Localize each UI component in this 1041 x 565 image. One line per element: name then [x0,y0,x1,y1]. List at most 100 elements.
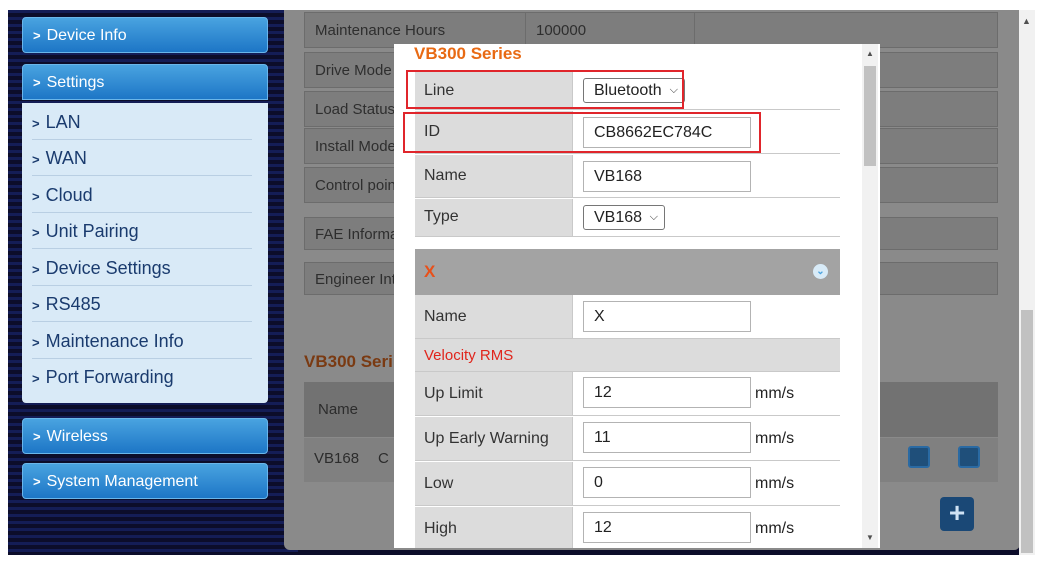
axis-x-header[interactable]: X ⌄ [415,249,840,295]
sidebar-item-wan[interactable]: > WAN [32,140,252,176]
unit-label: mm/s [755,385,795,402]
field-value-cell: X [572,295,840,338]
scroll-up-icon[interactable]: ▲ [1022,16,1031,26]
chevron-down-icon: ⌵ [649,211,658,223]
chevron-right-icon: > [32,335,40,350]
field-row-up-early-warning: Up Early Warning 11 mm/s [415,417,840,461]
field-value-cell: 12 mm/s [572,372,840,415]
field-label: Up Limit [424,385,483,402]
highlight-line-box [406,70,684,109]
chevron-right-icon: > [32,116,40,131]
chevron-down-icon[interactable]: ⌄ [813,264,828,279]
field-value-cell: VB168 ⌵ [572,199,840,236]
chevron-right-icon: > [32,262,40,277]
sensor-dialog: VB300 Series Line Bluetooth ⌵ ID CB8662E… [394,44,880,548]
sidebar-item-lan[interactable]: > LAN [32,104,252,140]
chevron-right-icon: > [33,75,41,90]
sidebar-item-settings[interactable]: > Settings [22,64,268,100]
field-label: Up Early Warning [424,430,549,447]
add-button[interactable]: + [940,497,974,531]
sidebar-item-device-settings[interactable]: > Device Settings [32,250,252,286]
chevron-right-icon: > [32,152,40,167]
sidebar-item-port-forwarding[interactable]: > Port Forwarding [32,359,252,395]
axis-label: X [424,262,436,281]
sidebar-item-wireless[interactable]: > Wireless [22,418,268,454]
info-row-maintenance-hours: Maintenance Hours 100000 [304,12,998,48]
field-value-cell: 12 mm/s [572,507,840,548]
row-value: 100000 [525,13,695,47]
highlight-id-box [403,112,761,153]
row-label: Drive Mode [315,62,392,79]
chevron-right-icon: > [33,429,41,444]
type-select[interactable]: VB168 ⌵ [583,205,665,230]
axis-name-input[interactable]: X [583,301,751,332]
field-row-high: High 12 mm/s [415,507,840,548]
scrollbar-thumb[interactable] [1021,310,1033,553]
dialog-scrollbar[interactable]: ▲ ▼ [862,44,878,548]
sidebar-item-label: Maintenance Info [45,331,184,351]
page-scrollbar[interactable]: ▲ [1019,10,1035,555]
high-input[interactable]: 12 [583,512,751,543]
sidebar-item-unit-pairing[interactable]: > Unit Pairing [32,213,252,249]
cell-id: C [378,450,389,467]
field-value-cell: 11 mm/s [572,417,840,460]
sidebar-item-rs485[interactable]: > RS485 [32,286,252,322]
column-header-name: Name [318,401,359,418]
name-input[interactable]: VB168 [583,161,751,192]
field-row-type: Type VB168 ⌵ [415,199,840,237]
chevron-right-icon: > [32,298,40,313]
sidebar-label: Settings [46,74,105,91]
field-row-name: Name VB168 [415,155,840,198]
field-label: Name [424,308,467,325]
sidebar-item-cloud[interactable]: > Cloud [32,177,252,213]
sidebar-item-device-info[interactable]: > Device Info [22,17,268,53]
select-value: VB168 [594,209,643,226]
low-input[interactable]: 0 [583,467,751,498]
sidebar-item-label: WAN [45,148,87,168]
sidebar-item-system-management[interactable]: > System Management [22,463,268,499]
row-label: FAE Informa [315,226,399,243]
row-label: Control poin [315,177,396,194]
field-row-low: Low 0 mm/s [415,462,840,506]
sidebar-item-label: Unit Pairing [45,221,139,241]
sidebar-item-maintenance-info[interactable]: > Maintenance Info [32,323,252,359]
delete-icon[interactable] [958,446,980,468]
chevron-right-icon: > [33,474,41,489]
scroll-up-icon[interactable]: ▲ [866,49,874,58]
chevron-right-icon: > [32,225,40,240]
row-label: Install Mode [315,138,396,155]
row-label: Load Status [315,101,396,118]
dialog-title: VB300 Series [414,44,522,63]
unit-label: mm/s [755,475,795,492]
chevron-right-icon: > [33,28,41,43]
sidebar-item-label: LAN [45,112,81,132]
chevron-right-icon: > [32,371,40,386]
row-label: Engineer Int [315,271,396,288]
sidebar-item-label: Port Forwarding [45,367,174,387]
unit-label: mm/s [755,520,795,537]
chevron-right-icon: > [32,189,40,204]
sidebar-label: System Management [46,473,198,490]
scroll-down-icon[interactable]: ▼ [866,533,874,542]
sidebar-label: Device Info [46,27,127,44]
up-limit-input[interactable]: 12 [583,377,751,408]
scrollbar-thumb[interactable] [864,66,876,166]
sidebar-item-label: Device Settings [45,258,171,278]
field-label: Low [424,475,454,492]
section-title: VB300 Seri [304,352,393,371]
sidebar-label: Wireless [46,428,108,445]
velocity-rms-section: Velocity RMS [415,339,840,372]
up-early-warning-input[interactable]: 11 [583,422,751,453]
sidebar-item-label: Cloud [45,185,93,205]
field-value-cell: VB168 [572,155,840,197]
edit-icon[interactable] [908,446,930,468]
unit-label: mm/s [755,430,795,447]
field-value-cell: 0 mm/s [572,462,840,505]
cell-name: VB168 [314,450,360,467]
field-label: High [424,520,457,537]
sidebar-item-label: RS485 [45,294,101,314]
field-row-axis-name: Name X [415,295,840,339]
section-label: Velocity RMS [424,347,514,364]
field-label: Name [424,167,467,184]
field-row-up-limit: Up Limit 12 mm/s [415,372,840,416]
